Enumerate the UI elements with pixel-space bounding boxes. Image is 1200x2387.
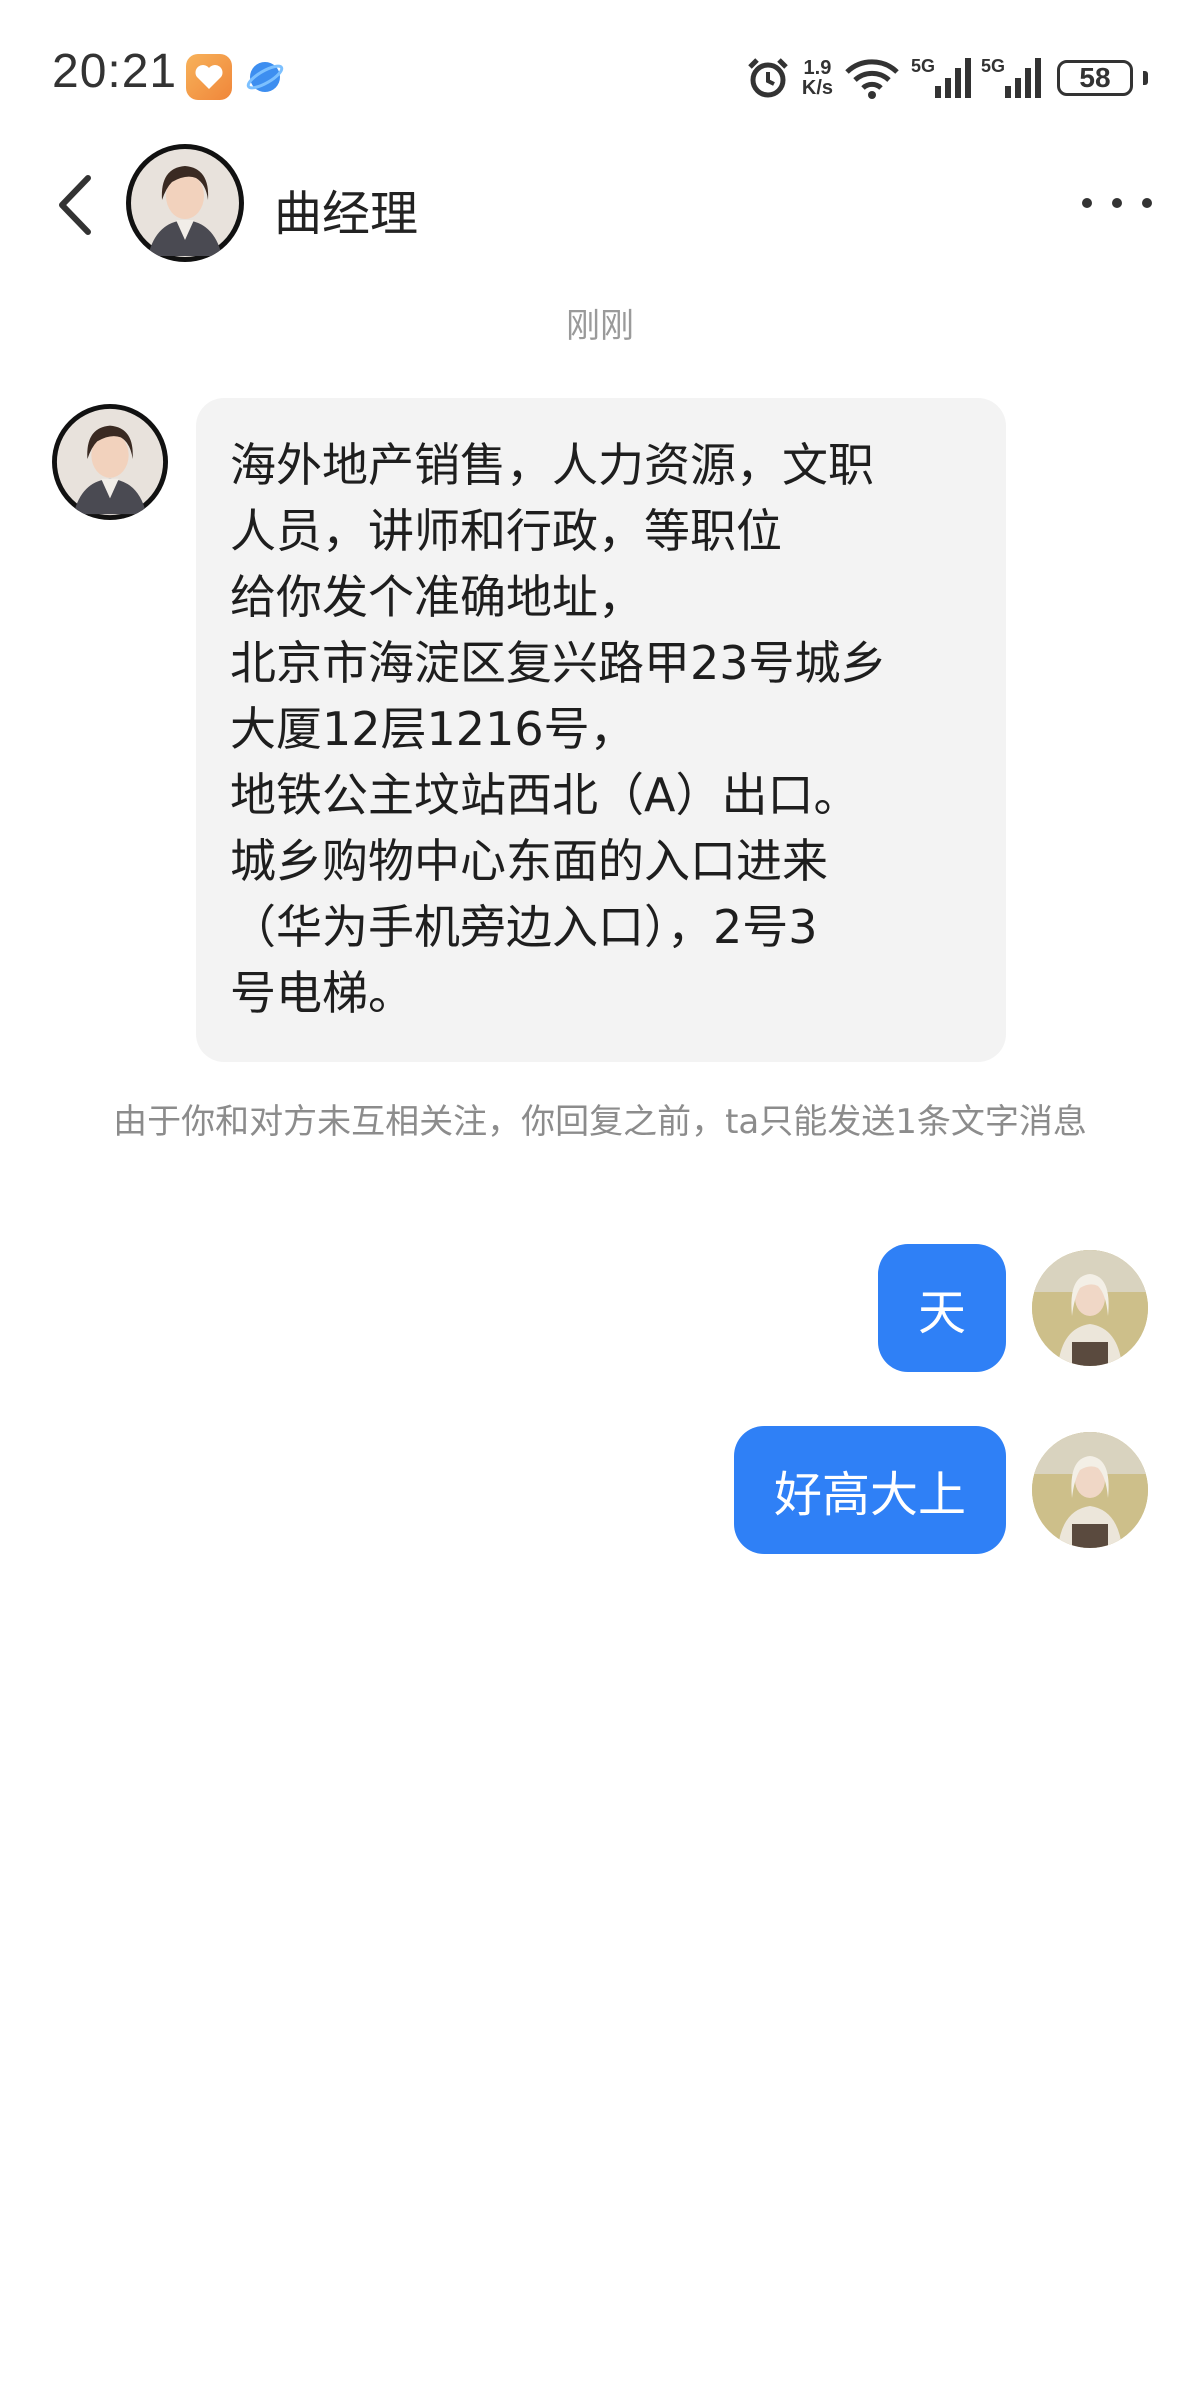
signal-2-label: 5G [981, 56, 1006, 76]
browser-app-icon [246, 58, 284, 96]
message-line: 号电梯。 [230, 966, 414, 1020]
message-line: 北京市海淀区复兴路甲23号城乡 [230, 636, 887, 690]
signal-bars-icon [935, 58, 971, 98]
signal-bars-icon [1005, 58, 1041, 98]
signal-1: 5G [911, 54, 971, 102]
message-line: 海外地产销售，人力资源，文职 [230, 438, 874, 492]
battery-level: 58 [1079, 62, 1111, 93]
my-avatar[interactable] [1032, 1432, 1148, 1548]
signal-1-label: 5G [911, 56, 936, 76]
battery-indicator: 58 [1057, 60, 1133, 96]
chat-header: 曲经理 [0, 138, 1200, 268]
more-dot-icon [1082, 198, 1092, 208]
messaging-limit-notice: 由于你和对方未互相关注，你回复之前，ta只能发送1条文字消息 [113, 1102, 1087, 1142]
more-options-button[interactable] [1082, 180, 1152, 226]
message-line: （华为手机旁边入口），2号3 [230, 900, 818, 954]
clock: 20:21 [52, 45, 178, 98]
back-button[interactable] [50, 172, 100, 238]
more-dot-icon [1112, 198, 1122, 208]
message-line: 给你发个准确地址， [230, 570, 644, 624]
wifi-icon [845, 59, 899, 99]
message-line: 城乡购物中心东面的入口进来 [230, 834, 828, 888]
contact-name: 曲经理 [274, 186, 419, 242]
alarm-icon [748, 58, 788, 98]
message-line: 大厦12层1216号， [230, 702, 636, 756]
sender-avatar[interactable] [52, 404, 168, 520]
message-line: 人员，讲师和行政，等职位 [230, 504, 782, 558]
message-line: 地铁公主坟站西北（A）出口。 [230, 768, 860, 822]
outgoing-message-text: 好高大上 [773, 1467, 966, 1523]
network-speed-value: 1.9 [803, 57, 832, 79]
status-bar: 20:21 1.9 K/s 5G 5G 58 [0, 0, 1200, 140]
health-app-icon [186, 54, 232, 100]
outgoing-message-bubble[interactable]: 天 [877, 1244, 1006, 1372]
network-speed: 1.9 K/s [802, 58, 833, 98]
network-speed-unit: K/s [801, 77, 833, 99]
signal-2: 5G [981, 54, 1041, 102]
outgoing-message-text: 天 [917, 1285, 966, 1341]
battery-tip [1143, 71, 1148, 85]
message-timestamp: 刚刚 [566, 306, 634, 346]
outgoing-message-bubble[interactable]: 好高大上 [733, 1426, 1006, 1554]
incoming-message-bubble[interactable]: 海外地产销售，人力资源，文职 人员，讲师和行政，等职位 给你发个准确地址， 北京… [196, 398, 1006, 1062]
more-dot-icon [1142, 198, 1152, 208]
status-indicators: 1.9 K/s 5G 5G 58 [744, 52, 1148, 104]
contact-avatar[interactable] [126, 144, 244, 262]
my-avatar[interactable] [1032, 1250, 1148, 1366]
